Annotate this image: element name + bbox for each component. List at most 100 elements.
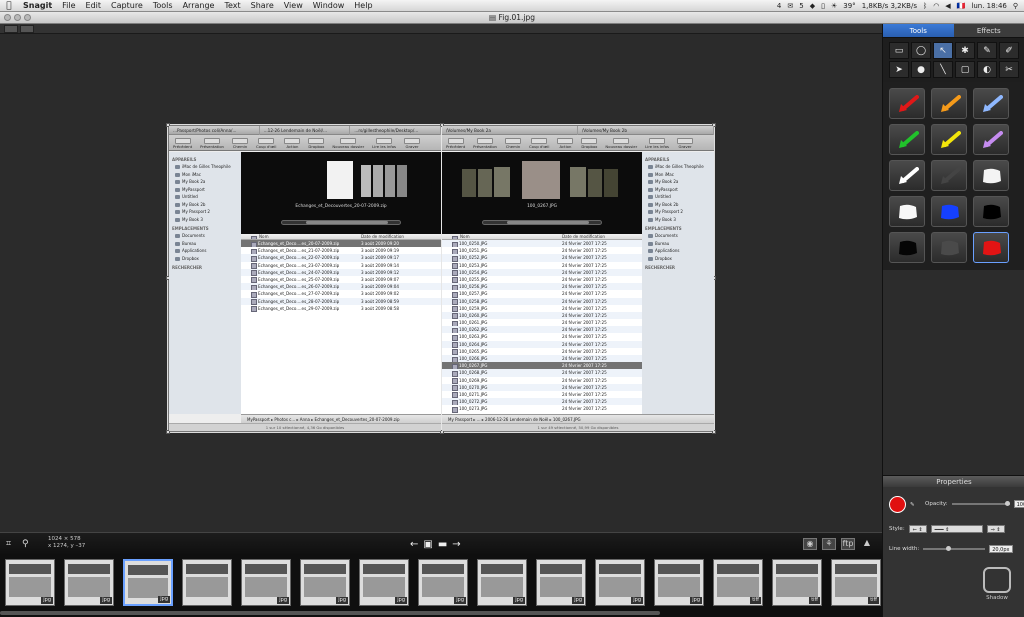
sidebar-item[interactable]: My Book 2a: [172, 178, 238, 186]
style-swatch[interactable]: [931, 232, 967, 263]
tray-thumbnail[interactable]: jpg: [418, 559, 468, 606]
highlight-tool-icon[interactable]: ✐: [999, 42, 1019, 59]
folder-icon[interactable]: ▬: [438, 540, 447, 550]
line-width-slider[interactable]: [923, 546, 986, 551]
table-row[interactable]: 100_0267.JPG 24 février 2007 17:25: [442, 362, 642, 370]
tray-thumbnail[interactable]: jpg: [5, 559, 55, 606]
clock[interactable]: lun. 18:46: [971, 2, 1006, 10]
table-row[interactable]: Echanges_et_Deco....es_21-07-2009.zip 3 a…: [241, 247, 441, 255]
menu-tools[interactable]: Tools: [148, 0, 178, 12]
stamp-tool-icon[interactable]: ✱: [955, 42, 975, 59]
sidebar-item[interactable]: Mon iMac: [172, 171, 238, 179]
table-row[interactable]: Echanges_et_Deco....es_26-07-2009.zip 3 a…: [241, 283, 441, 291]
tray-scrollbar[interactable]: [0, 611, 660, 615]
erase-tool-icon[interactable]: ◐: [977, 61, 997, 78]
volume-icon[interactable]: ◀: [945, 2, 950, 10]
sidebar-item[interactable]: Bureau: [172, 240, 238, 248]
style-swatch[interactable]: [931, 88, 967, 119]
sidebar-item[interactable]: Applications: [172, 247, 238, 255]
table-row[interactable]: Echanges_et_Deco....es_20-07-2009.zip 3 a…: [241, 240, 441, 248]
style-swatch[interactable]: [973, 196, 1009, 227]
zoom-icon[interactable]: ⚲: [22, 539, 29, 549]
table-row[interactable]: Echanges_et_Deco....es_27-07-2009.zip 3 a…: [241, 290, 441, 298]
table-row[interactable]: 100_0251.JPG 24 février 2007 17:25: [442, 247, 642, 255]
shape-tool-icon[interactable]: ▢: [955, 61, 975, 78]
tray-thumbnail[interactable]: jpg: [536, 559, 586, 606]
sidebar-item[interactable]: Dropbox: [172, 255, 238, 263]
apple-menu-icon[interactable]: : [0, 1, 18, 11]
crop-icon[interactable]: ⌗: [6, 539, 11, 549]
menu-app-name[interactable]: Snagit: [18, 0, 57, 12]
save-icon[interactable]: ▣: [423, 540, 432, 550]
badge-count[interactable]: 5: [799, 2, 803, 10]
language-flag[interactable]: 🇫🇷: [957, 2, 966, 10]
captured-image[interactable]: ...Passport/Photos coli/Anna/... ...12-2…: [166, 123, 716, 434]
eraser-tool-icon[interactable]: ✂: [999, 61, 1019, 78]
table-row[interactable]: 100_0269.JPG 24 février 2007 17:25: [442, 377, 642, 384]
sidebar-item[interactable]: My Book 2b: [172, 201, 238, 209]
tray-thumbnail[interactable]: jpg: [123, 559, 173, 606]
flickr-share-icon[interactable]: ⚘: [822, 538, 836, 550]
sidebar-item[interactable]: iMac de Gilles Theophile: [172, 163, 238, 171]
canvas-area[interactable]: ...Passport/Photos coli/Anna/... ...12-2…: [0, 34, 882, 532]
sidebar-item[interactable]: Applications: [645, 247, 711, 255]
callout-tool-icon[interactable]: ◯: [911, 42, 931, 59]
table-row[interactable]: 100_0268.JPG 24 février 2007 17:25: [442, 369, 642, 377]
table-row[interactable]: 100_0250.JPG 24 février 2007 17:25: [442, 240, 642, 248]
menu-text[interactable]: Text: [219, 0, 245, 12]
menu-capture[interactable]: Capture: [106, 0, 148, 12]
tray-thumbnail[interactable]: tiff: [713, 559, 763, 606]
arrow-tool-icon[interactable]: ↖: [933, 42, 953, 59]
battery-icon[interactable]: ▯: [821, 2, 825, 10]
table-row[interactable]: 100_0255.JPG 24 février 2007 17:25: [442, 276, 642, 284]
mail-icon[interactable]: ✉: [787, 2, 793, 10]
sidebar-item[interactable]: My Book 3: [172, 216, 238, 224]
shadow-control[interactable]: Shadow: [983, 567, 1011, 601]
table-row[interactable]: 100_0252.JPG 24 février 2007 17:25: [442, 254, 642, 262]
menu-edit[interactable]: Edit: [81, 0, 107, 12]
table-row[interactable]: Echanges_et_Deco....es_23-07-2009.zip 3 a…: [241, 262, 441, 269]
sidebar-item[interactable]: Dropbox: [645, 255, 711, 263]
table-row[interactable]: 100_0257.JPG 24 février 2007 17:25: [442, 290, 642, 298]
line-tool-icon[interactable]: ╲: [933, 61, 953, 78]
table-row[interactable]: Echanges_et_Deco....es_28-07-2009.zip 3 a…: [241, 297, 441, 305]
weather-icon[interactable]: ☀: [831, 2, 837, 10]
table-row[interactable]: Echanges_et_Deco....es_25-07-2009.zip 3 a…: [241, 276, 441, 284]
spotlight-icon[interactable]: ⚲: [1013, 2, 1018, 10]
tray-thumbnail[interactable]: jpg: [359, 559, 409, 606]
menu-view[interactable]: View: [279, 0, 308, 12]
table-row[interactable]: 100_0262.JPG 24 février 2007 17:25: [442, 326, 642, 334]
cpu-counter[interactable]: 4: [777, 2, 781, 10]
sidebar-item[interactable]: My Passport 2: [172, 208, 238, 216]
style-swatch[interactable]: [889, 124, 925, 155]
arrow-end-select[interactable]: ⇒ ⇕: [986, 525, 1005, 533]
line-style-select[interactable]: ━━━ ⇕: [930, 525, 983, 533]
minimize-window-button[interactable]: [14, 14, 21, 21]
tab-effects[interactable]: Effects: [953, 24, 1024, 38]
menu-share[interactable]: Share: [246, 0, 279, 12]
sidebar-item[interactable]: Untitled: [645, 193, 711, 201]
line-width-field[interactable]: 20,0px: [989, 545, 1013, 553]
table-row[interactable]: Echanges_et_Deco....es_24-07-2009.zip 3 a…: [241, 268, 441, 276]
style-swatch[interactable]: [973, 232, 1009, 263]
tray-thumbnail[interactable]: jpg: [595, 559, 645, 606]
style-swatch[interactable]: [973, 88, 1009, 119]
sidebar-item[interactable]: Documents: [172, 232, 238, 240]
menu-file[interactable]: File: [57, 0, 80, 12]
sidebar-item[interactable]: iMac de Gilles Theophile: [645, 163, 711, 171]
table-row[interactable]: 100_0253.JPG 24 février 2007 17:25: [442, 262, 642, 269]
table-row[interactable]: 100_0260.JPG 24 février 2007 17:25: [442, 311, 642, 320]
table-row[interactable]: Echanges_et_Deco....es_29-07-2009.zip 3 a…: [241, 305, 441, 312]
collapse-tray-icon[interactable]: ▲: [860, 538, 874, 550]
tray-thumbnail[interactable]: jpg: [477, 559, 527, 606]
table-row[interactable]: 100_0258.JPG 24 février 2007 17:25: [442, 297, 642, 305]
library-button[interactable]: [4, 25, 18, 33]
color-picker-button[interactable]: [889, 496, 906, 513]
style-swatch[interactable]: [973, 124, 1009, 155]
layout-button[interactable]: [20, 25, 34, 33]
style-swatch[interactable]: [973, 160, 1009, 191]
sidebar-item[interactable]: Mon iMac: [645, 171, 711, 179]
cursor-tool-icon[interactable]: ➤: [889, 61, 909, 78]
sidebar-item[interactable]: MyPassport: [645, 186, 711, 194]
fill-tool-icon[interactable]: ●: [911, 61, 931, 78]
